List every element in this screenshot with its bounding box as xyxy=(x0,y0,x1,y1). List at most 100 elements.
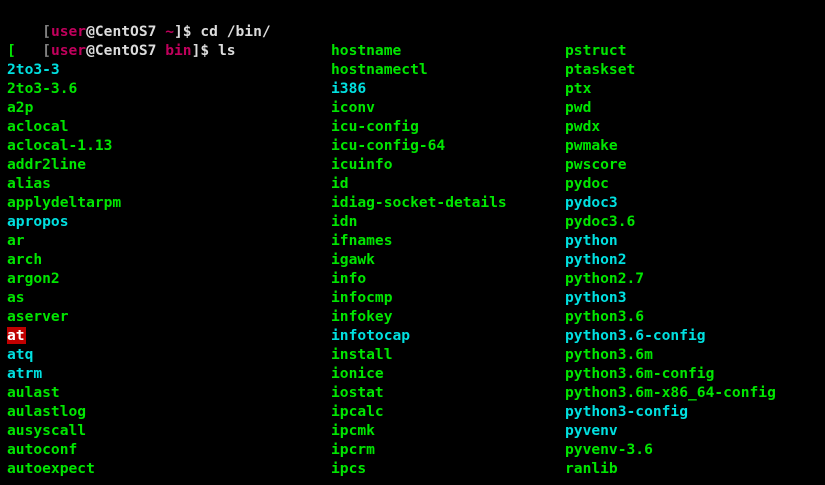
file-entry: pwscore xyxy=(565,155,777,174)
file-entry: apropos xyxy=(7,212,122,231)
file-entry: install xyxy=(331,345,508,364)
file-entry: atrm xyxy=(7,364,122,383)
file-name: [ xyxy=(7,42,16,59)
file-entry: ptaskset xyxy=(565,60,777,79)
listing-column-2: hostname hostnamectl i386 iconv icu-config ic… xyxy=(331,41,508,478)
file-entry: icu-config-64 xyxy=(331,136,508,155)
file-name: pydoc xyxy=(565,175,609,192)
file-name: python3.6 xyxy=(565,308,645,325)
file-name: aulastlog xyxy=(7,403,87,420)
file-name: infotocap xyxy=(331,327,411,344)
file-entry: i386 xyxy=(331,79,508,98)
file-name: applydeltarpm xyxy=(7,194,122,211)
file-name: info xyxy=(331,270,367,287)
prompt-line-1: [user@CentOS7 ~]$ cd /bin/ xyxy=(7,3,271,40)
file-name: ptx xyxy=(565,80,592,97)
file-entry: 2to3-3 xyxy=(7,60,122,79)
file-entry: as xyxy=(7,288,122,307)
file-name: icuinfo xyxy=(331,156,393,173)
file-entry: at xyxy=(7,326,122,345)
file-entry: hostname xyxy=(331,41,508,60)
file-name: atrm xyxy=(7,365,43,382)
file-name: python xyxy=(565,232,618,249)
listing-column-1: [2to3-3 2to3-3.6 a2p aclocal aclocal-1.13 add… xyxy=(7,41,122,478)
file-entry: pwmake xyxy=(565,136,777,155)
file-entry: ipcmk xyxy=(331,421,508,440)
file-name: pstruct xyxy=(565,42,627,59)
file-name: ausyscall xyxy=(7,422,87,439)
file-entry: python3.6m-x86_64-config xyxy=(565,383,777,402)
file-name: pwd xyxy=(565,99,592,116)
terminal-window[interactable]: [user@CentOS7 ~]$ cd /bin/ [user@CentOS7… xyxy=(0,0,825,485)
file-entry: iostat xyxy=(331,383,508,402)
file-name: id xyxy=(331,175,349,192)
file-entry: infokey xyxy=(331,307,508,326)
file-name: autoexpect xyxy=(7,460,95,477)
file-entry: pyvenv-3.6 xyxy=(565,440,777,459)
command-text: ls xyxy=(217,42,236,59)
file-name: as xyxy=(7,289,25,306)
file-entry: infocmp xyxy=(331,288,508,307)
file-name: icu-config xyxy=(331,118,419,135)
file-entry: atq xyxy=(7,345,122,364)
file-entry: arch xyxy=(7,250,122,269)
file-name: python3.6-config xyxy=(565,327,706,344)
file-entry: ranlib xyxy=(565,459,777,478)
file-entry: hostnamectl xyxy=(331,60,508,79)
listing-column-3: pstruct ptaskset ptx pwd pwdx pwmake pwscore py… xyxy=(565,41,777,478)
file-entry: icu-config xyxy=(331,117,508,136)
file-entry: iconv xyxy=(331,98,508,117)
file-name: pyvenv xyxy=(565,422,618,439)
file-entry: python3-config xyxy=(565,402,777,421)
file-name: pwmake xyxy=(565,137,618,154)
file-name: python2 xyxy=(565,251,627,268)
file-entry: [ xyxy=(7,41,122,60)
file-name: python3.6m xyxy=(565,346,653,363)
file-entry: python3.6 xyxy=(565,307,777,326)
file-name: arch xyxy=(7,251,43,268)
file-name: python3-config xyxy=(565,403,689,420)
file-entry: ipcs xyxy=(331,459,508,478)
file-name: idn xyxy=(331,213,358,230)
file-entry: aulast xyxy=(7,383,122,402)
file-name: aclocal-1.13 xyxy=(7,137,113,154)
file-name: python3.6m-config xyxy=(565,365,715,382)
file-name: infokey xyxy=(331,308,393,325)
file-entry: argon2 xyxy=(7,269,122,288)
file-entry: ptx xyxy=(565,79,777,98)
file-entry: pydoc3.6 xyxy=(565,212,777,231)
file-name: aclocal xyxy=(7,118,69,135)
file-entry: pydoc xyxy=(565,174,777,193)
file-entry: 2to3-3.6 xyxy=(7,79,122,98)
file-name: ionice xyxy=(331,365,384,382)
file-entry: aserver xyxy=(7,307,122,326)
file-entry: alias xyxy=(7,174,122,193)
file-entry: addr2line xyxy=(7,155,122,174)
file-entry: autoconf xyxy=(7,440,122,459)
file-entry: idn xyxy=(331,212,508,231)
prompt-line-2: [user@CentOS7 bin]$ ls xyxy=(7,22,235,59)
file-name: ipcs xyxy=(331,460,367,477)
file-name: python2.7 xyxy=(565,270,645,287)
file-name: iostat xyxy=(331,384,384,401)
file-name: ipcmk xyxy=(331,422,375,439)
file-entry: id xyxy=(331,174,508,193)
file-name: ptaskset xyxy=(565,61,636,78)
file-name: pwscore xyxy=(565,156,627,173)
file-entry: aclocal-1.13 xyxy=(7,136,122,155)
file-name: ipcalc xyxy=(331,403,384,420)
file-entry: infotocap xyxy=(331,326,508,345)
file-entry: pstruct xyxy=(565,41,777,60)
file-entry: pyvenv xyxy=(565,421,777,440)
file-entry: python xyxy=(565,231,777,250)
file-entry: python2.7 xyxy=(565,269,777,288)
file-entry: ipcalc xyxy=(331,402,508,421)
file-name: idiag-socket-details xyxy=(331,194,507,211)
file-name: i386 xyxy=(331,80,367,97)
file-entry: a2p xyxy=(7,98,122,117)
file-entry: python3.6m xyxy=(565,345,777,364)
file-entry: idiag-socket-details xyxy=(331,193,508,212)
file-name: iconv xyxy=(331,99,375,116)
file-entry: python3.6-config xyxy=(565,326,777,345)
file-entry: applydeltarpm xyxy=(7,193,122,212)
